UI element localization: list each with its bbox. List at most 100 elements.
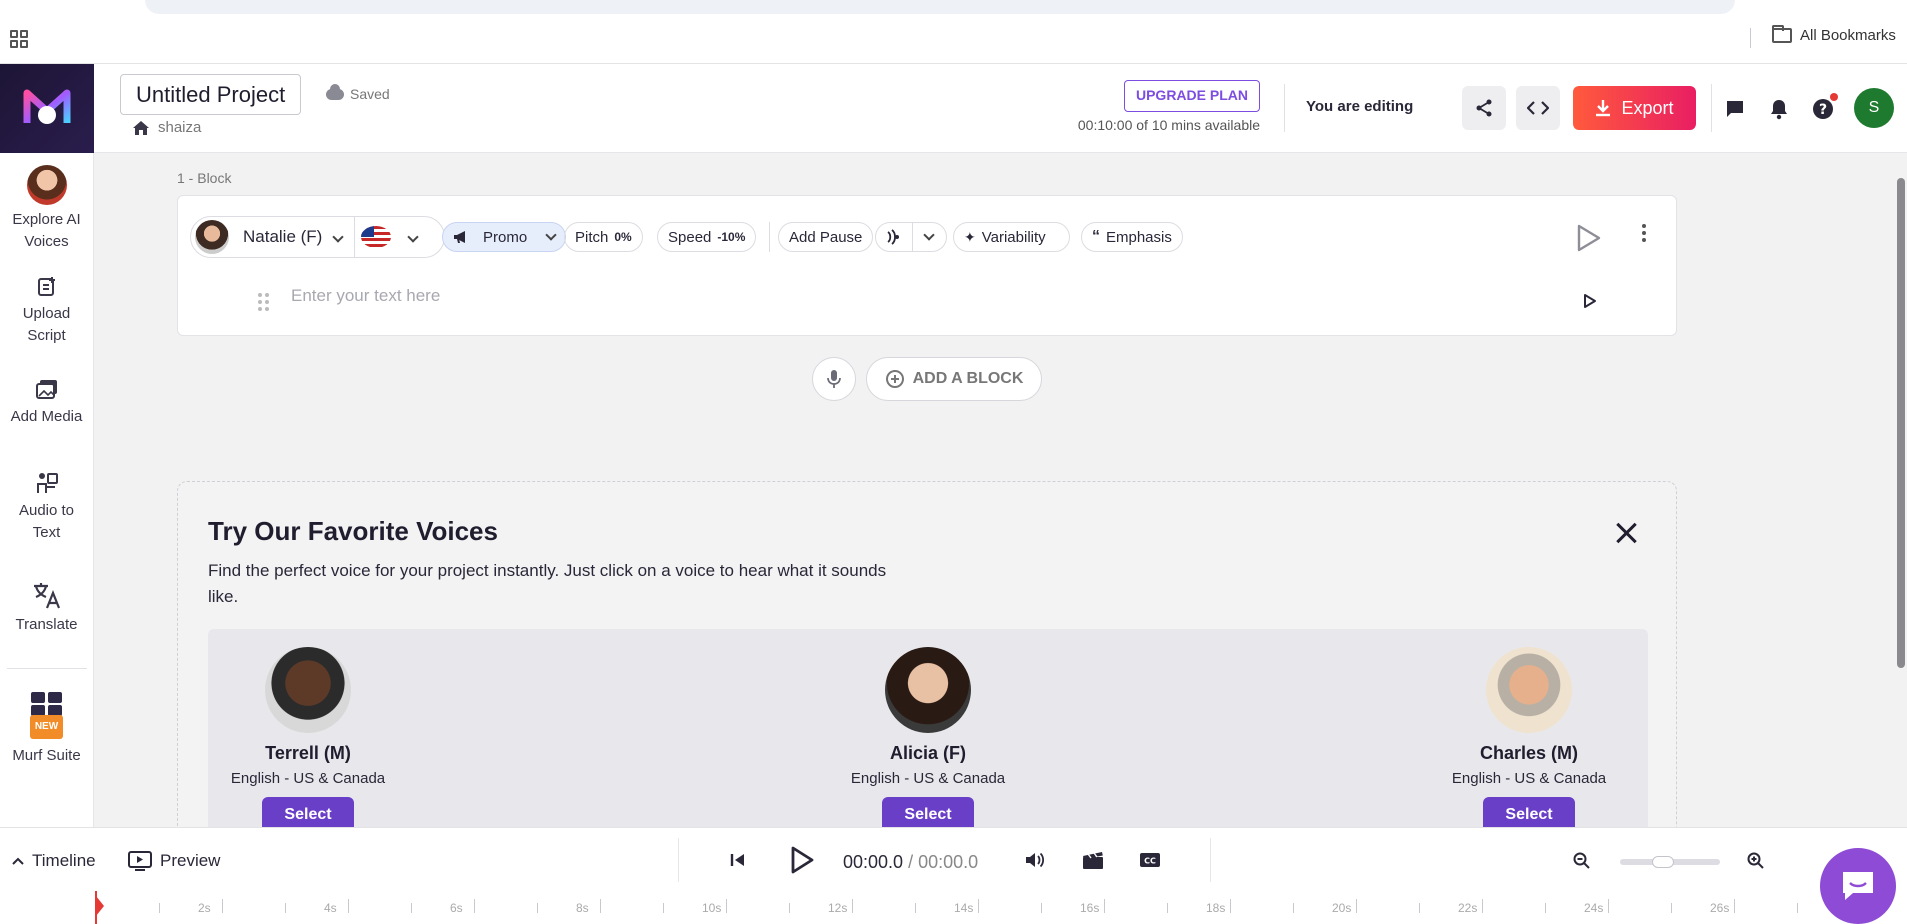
speed-control[interactable]: Speed -10% <box>657 222 757 252</box>
variability-button[interactable]: ✦ Variability <box>953 222 1070 252</box>
timeline-bar: Timeline Preview 00:00.0 / 00:00.0 CC 2s… <box>0 827 1907 924</box>
add-block-button[interactable]: ADD A BLOCK <box>866 357 1042 401</box>
sidebar-item-translate[interactable]: Translate <box>0 580 93 668</box>
comments-icon[interactable] <box>1724 98 1746 120</box>
play-block-button[interactable] <box>1575 224 1601 252</box>
support-chat-button[interactable] <box>1820 848 1896 924</box>
minutes-available: 00:10:00 of 10 mins available <box>1077 117 1260 133</box>
emphasis-button[interactable]: “ Emphasis <box>1081 222 1183 252</box>
zoom-out-icon[interactable] <box>1573 852 1591 870</box>
ruler-label: 16s <box>1080 901 1100 915</box>
preview-icon <box>128 851 152 871</box>
playhead-marker[interactable] <box>96 896 104 916</box>
ruler-label: 22s <box>1458 901 1478 915</box>
preview-button[interactable]: Preview <box>128 851 220 871</box>
zoom-in-icon[interactable] <box>1747 852 1765 870</box>
sidebar-item-label: Audio to Text <box>18 502 75 541</box>
scrollbar-thumb[interactable] <box>1897 178 1905 668</box>
ruler-tick <box>978 899 979 913</box>
sidebar-divider <box>6 668 87 669</box>
folder-icon <box>1772 25 1792 43</box>
variability-label: Variability <box>981 228 1046 246</box>
address-bar[interactable] <box>145 0 1735 14</box>
ruler-tick <box>1293 903 1294 913</box>
vertical-scrollbar[interactable] <box>1894 160 1907 827</box>
play-icon[interactable] <box>789 845 815 875</box>
voice-card[interactable]: Alicia (F) English - US & Canada Select <box>828 647 1028 833</box>
chevron-down-icon <box>923 229 935 241</box>
share-icon <box>1476 99 1492 117</box>
voice-card[interactable]: Charles (M) English - US & Canada Select <box>1429 647 1629 833</box>
timeline-toggle[interactable]: Timeline <box>12 851 96 871</box>
all-bookmarks[interactable]: All Bookmarks <box>1772 25 1896 44</box>
svg-text:?: ? <box>1819 102 1827 118</box>
sidebar-item-label: Murf Suite <box>12 747 81 764</box>
voice-card-language: English - US & Canada <box>850 770 1006 787</box>
ruler-tick <box>474 899 475 913</box>
share-button[interactable] <box>1462 86 1506 130</box>
export-label: Export <box>1621 97 1674 118</box>
media-icon <box>34 376 60 402</box>
sidebar-item-label: Translate <box>15 616 78 633</box>
all-bookmarks-label: All Bookmarks <box>1800 27 1896 44</box>
voice-effect-selector[interactable] <box>875 222 947 252</box>
project-title-input[interactable]: Untitled Project <box>120 74 302 115</box>
record-voice-button[interactable] <box>812 357 856 401</box>
ruler-tick <box>1167 903 1168 913</box>
pitch-control[interactable]: Pitch 0% <box>564 222 643 252</box>
clapperboard-icon[interactable] <box>1082 850 1104 870</box>
more-options-icon[interactable] <box>1642 224 1646 242</box>
ruler-label: 6s <box>450 901 463 915</box>
sidebar-item-label: Upload Script <box>22 305 71 344</box>
translate-icon <box>32 580 62 610</box>
murf-logo[interactable] <box>0 64 94 153</box>
skip-back-icon[interactable] <box>730 852 746 868</box>
voice-avatar <box>195 220 229 254</box>
bell-icon[interactable] <box>1768 98 1790 120</box>
voice-photo <box>265 647 351 733</box>
timeline-ruler[interactable]: 2s 4s 6s 8s 10s 12s 14s 16s 18s 20s 22s 24s 26s <box>96 891 1907 924</box>
export-button[interactable]: Export <box>1573 86 1696 130</box>
upgrade-plan-button[interactable]: UPGRADE PLAN <box>1124 80 1260 112</box>
ruler-label: 12s <box>828 901 848 915</box>
ruler-tick <box>1041 903 1042 913</box>
ruler-label: 4s <box>324 901 337 915</box>
emphasis-label: Emphasis <box>1106 228 1172 246</box>
ruler-tick <box>1608 899 1609 913</box>
sidebar-item-add-media[interactable]: Add Media <box>0 376 93 456</box>
browser-toolbar: All Bookmarks <box>0 0 1907 64</box>
chevron-down-icon[interactable] <box>407 231 420 243</box>
sparkle-icon: ✦ <box>964 228 976 245</box>
style-selector[interactable]: Promo <box>442 222 567 252</box>
play-line-button[interactable] <box>1583 293 1597 309</box>
voice-card[interactable]: Terrell (M) English - US & Canada Select <box>208 647 408 833</box>
voice-avatar-icon <box>26 165 67 205</box>
ruler-tick <box>1104 899 1105 913</box>
sidebar-item-audio-to-text[interactable]: Audio to Text <box>0 470 93 572</box>
add-pause-button[interactable]: Add Pause <box>778 222 874 252</box>
ruler-label: 24s <box>1584 901 1604 915</box>
help-icon[interactable]: ? <box>1812 98 1834 120</box>
apps-grid-icon[interactable] <box>10 30 28 48</box>
close-icon[interactable] <box>1615 522 1637 544</box>
volume-icon[interactable] <box>1025 851 1045 869</box>
sidebar-item-upload-script[interactable]: Upload Script <box>0 273 93 368</box>
sidebar-item-murf-suite[interactable]: NEW Murf Suite <box>0 691 93 771</box>
current-time: 00:00.0 <box>843 852 904 872</box>
block-text-input[interactable] <box>291 286 1491 306</box>
toolbar-divider <box>769 222 770 252</box>
sidebar-item-explore-voices[interactable]: Explore AI Voices <box>0 165 93 261</box>
voice-photo <box>885 647 971 733</box>
ruler-label: 14s <box>954 901 974 915</box>
drag-handle-icon[interactable] <box>258 293 269 311</box>
captions-icon[interactable]: CC <box>1139 852 1161 868</box>
bottom-divider <box>678 838 679 882</box>
breadcrumb[interactable]: shaiza <box>132 119 201 136</box>
embed-code-button[interactable] <box>1516 86 1560 130</box>
zoom-slider-thumb[interactable] <box>1652 856 1674 868</box>
app-header: Untitled Project Saved shaiza UPGRADE PL… <box>94 64 1907 153</box>
voice-card-language: English - US & Canada <box>1451 770 1607 787</box>
chevron-down-icon <box>332 231 345 243</box>
user-avatar[interactable]: S <box>1854 88 1894 128</box>
voice-selector[interactable]: Natalie (F) <box>190 216 445 258</box>
